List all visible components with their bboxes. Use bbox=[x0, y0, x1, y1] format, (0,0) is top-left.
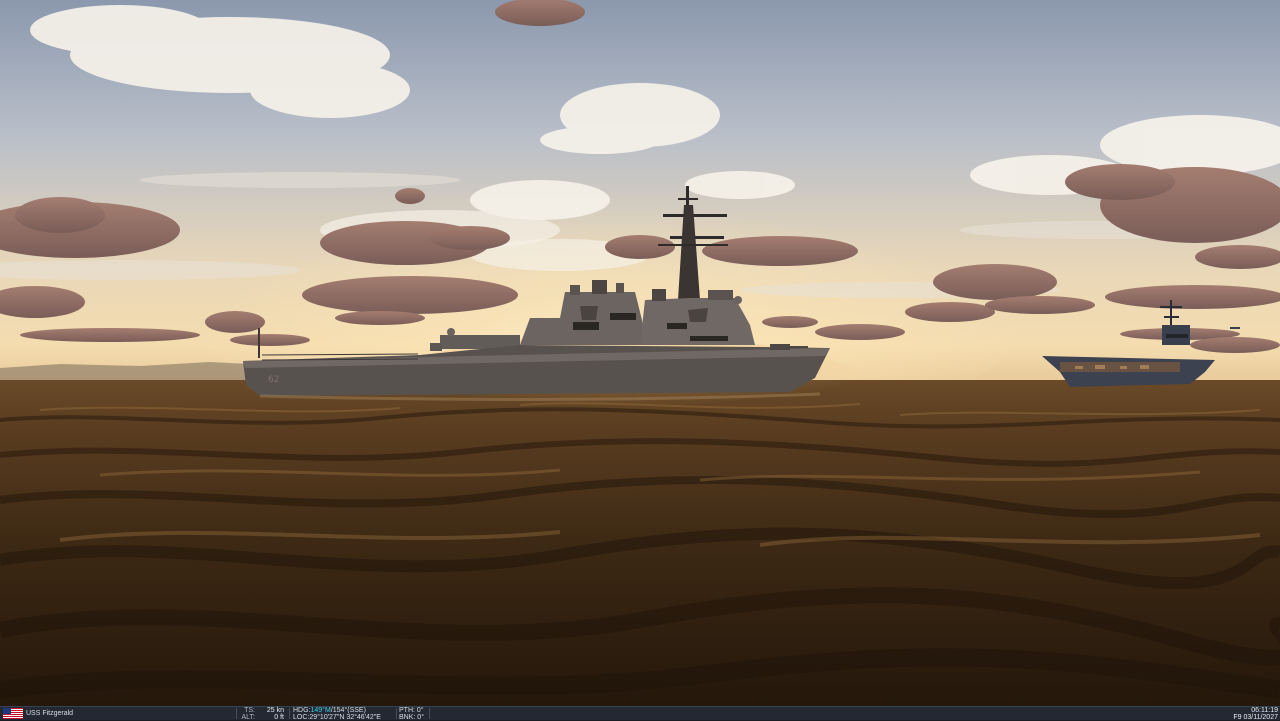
pitch-bank: PTH: 0° BNK: 0° bbox=[399, 707, 439, 721]
alt-value: 0 ft bbox=[274, 713, 284, 721]
unit-name[interactable]: USS Fitzgerald bbox=[26, 710, 73, 717]
separator bbox=[289, 708, 290, 719]
speed-altitude-labels: TS: ALT: bbox=[238, 707, 256, 721]
status-bar: USS Fitzgerald TS: ALT: 25 kn 0 ft HDG:1… bbox=[0, 706, 1280, 721]
separator bbox=[396, 708, 397, 719]
location-readout: LOC:29°10'27"N 32°46'42"E bbox=[293, 713, 381, 721]
loc-value: 29°10'27"N 32°46'42"E bbox=[309, 713, 381, 721]
ocean-scene: 62 bbox=[0, 0, 1280, 706]
alt-label: ALT: bbox=[241, 713, 256, 721]
separator bbox=[236, 708, 237, 719]
us-flag-icon bbox=[3, 708, 23, 719]
speed-altitude-values: 25 kn 0 ft bbox=[256, 707, 284, 720]
clock: 06:11:19 F9 03/11/2027 bbox=[1200, 707, 1278, 720]
bank-readout: BNK: 0° bbox=[399, 713, 424, 721]
separator bbox=[429, 708, 430, 719]
game-viewport[interactable]: 62 bbox=[0, 0, 1280, 706]
svg-text:62: 62 bbox=[268, 375, 279, 385]
heading-location: HDG:149°M/154°(SSE) LOC:29°10'27"N 32°46… bbox=[293, 707, 393, 721]
clock-date: F9 03/11/2027 bbox=[1233, 713, 1278, 721]
